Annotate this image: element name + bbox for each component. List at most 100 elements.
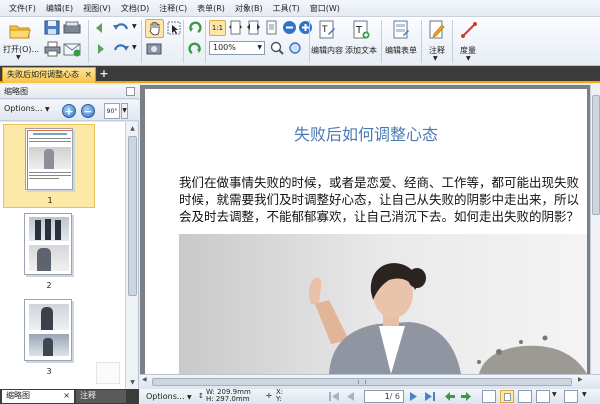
document-tab[interactable]: 失败后如何调整心态 × xyxy=(2,67,96,83)
close-icon[interactable]: × xyxy=(63,390,70,402)
facing-view-icon[interactable] xyxy=(518,390,532,403)
back-arrow-icon[interactable] xyxy=(94,22,106,34)
first-page-icon[interactable] xyxy=(328,391,340,402)
chevron-down-icon: ▼ xyxy=(45,106,50,113)
previous-page-icon[interactable] xyxy=(344,391,356,402)
page-total: / 6 xyxy=(389,392,400,401)
zoom-dynamic-button[interactable] xyxy=(270,41,284,55)
scrollbar-thumb[interactable] xyxy=(128,136,137,296)
close-icon[interactable]: × xyxy=(84,68,92,82)
edit-form-icon xyxy=(393,20,409,39)
more-dropdown-icon[interactable]: ▼ xyxy=(582,391,587,398)
undo-button[interactable] xyxy=(112,21,130,35)
document-scrollbar[interactable] xyxy=(590,85,600,374)
zoom-select[interactable]: 100% ▼ xyxy=(209,41,265,55)
cursor-position-icon: ✛ xyxy=(266,392,272,400)
print-button[interactable] xyxy=(44,41,61,57)
undo-dropdown-icon[interactable]: ▼ xyxy=(132,23,137,30)
thumbnail-zoom-in-button[interactable]: + xyxy=(62,104,76,118)
redo-dropdown-icon[interactable]: ▼ xyxy=(132,44,137,51)
scroll-right-icon[interactable]: ▶ xyxy=(578,376,583,383)
menu-view[interactable]: 视图(V) xyxy=(78,1,116,16)
menu-window[interactable]: 窗口(W) xyxy=(305,1,345,16)
back-view-icon[interactable] xyxy=(444,391,456,402)
status-bar: Options... ▼ ↕ W: 209.9mm H: 297.0mm ✛ X… xyxy=(140,388,600,404)
menu-edit[interactable]: 编辑(E) xyxy=(41,1,78,16)
tab-annotations[interactable]: 注释 xyxy=(76,390,126,403)
email-button[interactable] xyxy=(63,41,81,57)
continuous-facing-view-icon[interactable] xyxy=(536,390,550,403)
panel-options-button[interactable]: Options... ▼ xyxy=(4,104,50,113)
thumbnail-item[interactable]: 2 xyxy=(3,210,95,294)
continuous-view-icon[interactable] xyxy=(500,390,514,403)
status-options-button[interactable]: Options... ▼ xyxy=(146,390,192,404)
last-page-icon[interactable] xyxy=(424,391,436,402)
zoom-out-button[interactable] xyxy=(282,20,297,35)
actual-size-button[interactable]: 1:1 xyxy=(209,20,226,36)
horizontal-scrollbar[interactable]: ◀ ▶ xyxy=(140,374,600,389)
svg-text:T: T xyxy=(355,25,363,36)
document-page: 失败后如何调整心态 我们在做事情失败的时候，或者是恋爱、经商、工作等，都可能出现… xyxy=(145,89,587,374)
next-page-icon[interactable] xyxy=(408,391,420,402)
loupe-button[interactable] xyxy=(288,41,302,55)
panel-restore-icon[interactable] xyxy=(126,87,135,96)
single-page-view-icon[interactable] xyxy=(482,390,496,403)
article-photo xyxy=(179,234,587,374)
page-number-input[interactable]: 1/ 6 xyxy=(364,390,404,403)
panel-more-icon[interactable]: ▼ xyxy=(121,103,128,119)
edit-content-button[interactable]: T xyxy=(318,20,336,40)
open-dropdown-icon[interactable]: ▼ xyxy=(16,54,21,61)
scroll-down-icon[interactable]: ▼ xyxy=(127,377,138,388)
view-dropdown-icon[interactable]: ▼ xyxy=(552,391,557,398)
annotate-button[interactable] xyxy=(428,20,446,40)
select-text-button[interactable] xyxy=(166,20,182,36)
snapshot-button[interactable] xyxy=(146,41,162,55)
new-tab-button[interactable]: + xyxy=(98,67,110,81)
split-view-icon[interactable] xyxy=(564,390,578,403)
scrollbar-thumb[interactable] xyxy=(592,95,600,215)
forward-view-icon[interactable] xyxy=(460,391,472,402)
zoom-in-button[interactable] xyxy=(298,20,313,35)
measure-dropdown-icon[interactable]: ▼ xyxy=(466,55,471,62)
hand-tool-button[interactable] xyxy=(145,19,164,38)
scroll-up-icon[interactable]: ▲ xyxy=(127,123,138,134)
scrollbar-thumb[interactable] xyxy=(152,378,572,386)
edit-form-button[interactable] xyxy=(392,20,410,40)
thumbnail-scrollbar[interactable]: ▲ ▼ xyxy=(125,122,138,389)
tab-annotations-label: 注释 xyxy=(80,391,96,400)
forward-arrow-icon[interactable] xyxy=(94,43,106,55)
thumbnail-item[interactable]: 1 xyxy=(3,124,95,208)
menu-form[interactable]: 表单(R) xyxy=(192,1,230,16)
menu-object[interactable]: 对象(B) xyxy=(230,1,268,16)
document-tab-title: 失败后如何调整心态 xyxy=(7,70,79,79)
menu-tools[interactable]: 工具(T) xyxy=(268,1,305,16)
thumbnail-number: 1 xyxy=(47,196,53,205)
main-toolbar: 打开(O)... ▼ ▼ ▼ 1:1 100% ▼ T 编辑内容 T 添加文本 … xyxy=(0,17,600,66)
rotate-page-button[interactable]: 90° xyxy=(104,103,120,119)
thumbnail-item[interactable]: 3 xyxy=(3,296,95,380)
measure-button[interactable] xyxy=(460,20,478,40)
scan-button[interactable] xyxy=(63,20,81,35)
actual-size-icon: 1:1 xyxy=(211,24,224,32)
fit-width-button[interactable] xyxy=(246,20,261,35)
email-icon xyxy=(63,43,81,57)
menu-comment[interactable]: 注释(C) xyxy=(154,1,192,16)
menu-file[interactable]: 文件(F) xyxy=(4,1,41,16)
open-button[interactable] xyxy=(6,20,34,42)
add-text-button[interactable]: T xyxy=(352,20,370,40)
rotate-clockwise-button[interactable] xyxy=(188,21,202,35)
scanner-icon xyxy=(63,21,81,34)
redo-icon xyxy=(113,44,129,51)
save-button[interactable] xyxy=(44,20,60,35)
page-height: H: 297.0mm xyxy=(206,395,250,403)
menu-document[interactable]: 文档(D) xyxy=(116,1,154,16)
annotate-dropdown-icon[interactable]: ▼ xyxy=(433,55,438,62)
thumbnail-zoom-out-button[interactable]: − xyxy=(81,104,95,118)
fit-page-button[interactable] xyxy=(228,20,243,35)
fit-visible-button[interactable] xyxy=(264,20,279,35)
redo-button[interactable] xyxy=(112,42,130,56)
loupe-icon xyxy=(289,42,301,54)
scroll-left-icon[interactable]: ◀ xyxy=(142,376,147,383)
rotate-counterclockwise-button[interactable] xyxy=(188,42,202,56)
tab-thumbnails[interactable]: 缩略图 × xyxy=(2,390,74,403)
